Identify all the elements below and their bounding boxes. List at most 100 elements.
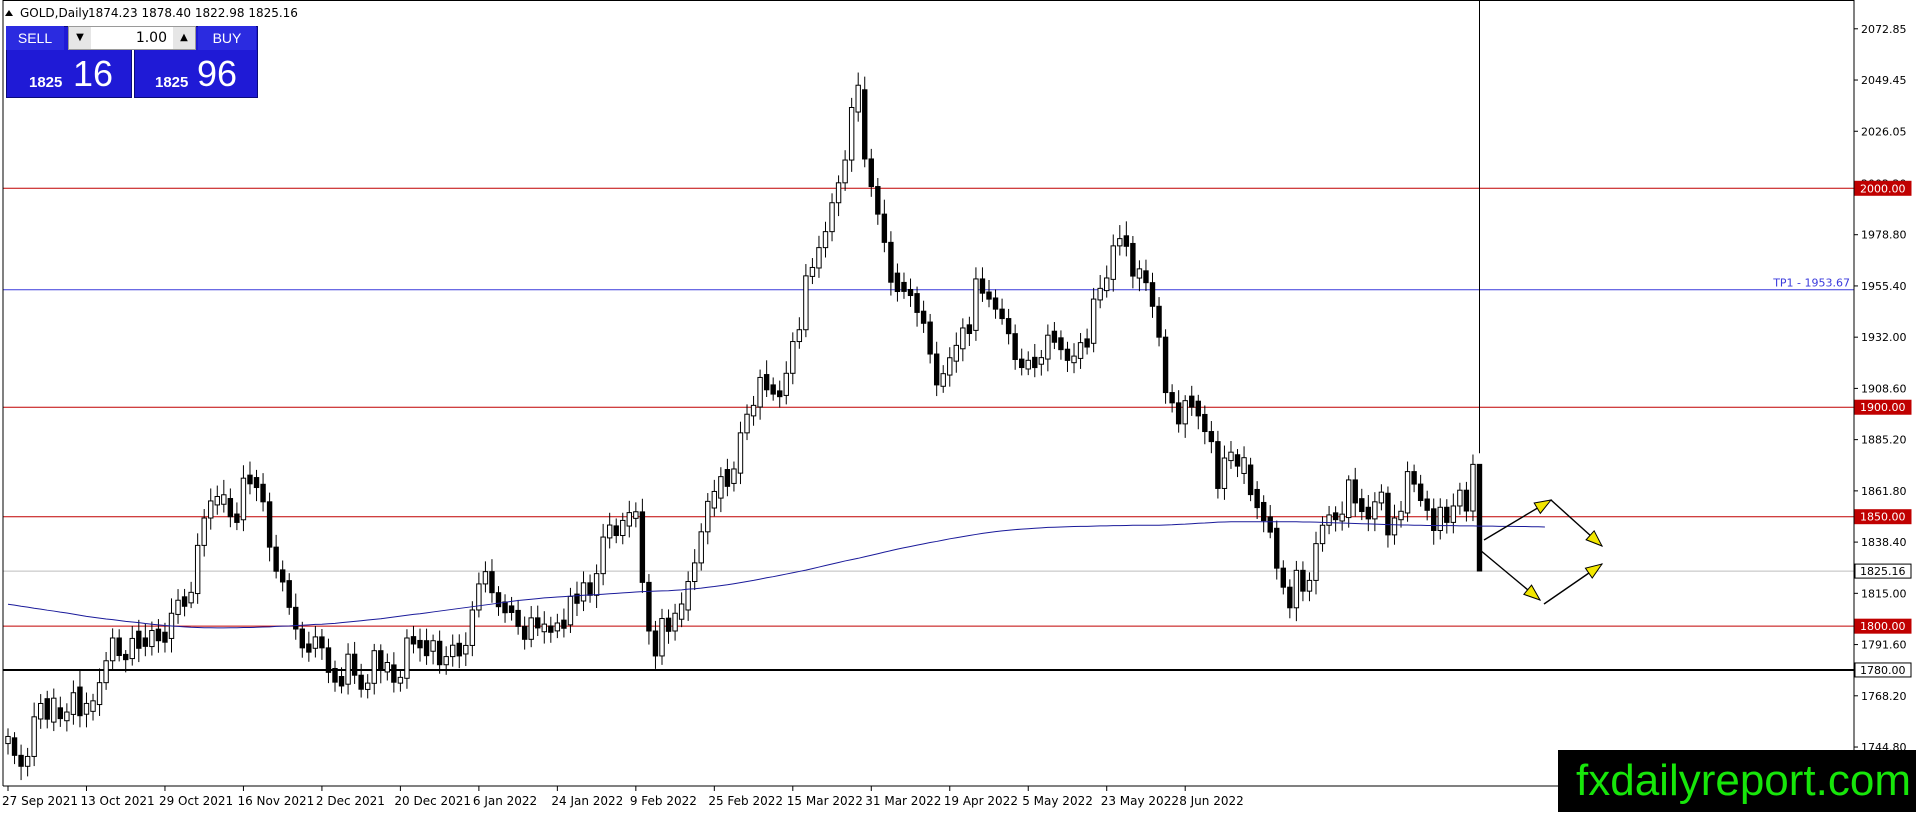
candle-body xyxy=(907,288,914,297)
candle-body xyxy=(1260,501,1267,522)
candle-body xyxy=(986,291,992,300)
candle-body xyxy=(1247,464,1254,496)
x-tick-label: 24 Jan 2022 xyxy=(551,794,623,808)
candle-body xyxy=(1463,489,1470,512)
candle-body xyxy=(855,84,861,113)
candle-body xyxy=(450,644,456,658)
x-tick-label: 19 Apr 2022 xyxy=(944,794,1018,808)
candle-body xyxy=(705,500,711,533)
candle-body xyxy=(1130,242,1136,277)
sell-button[interactable]: SELL xyxy=(6,26,64,50)
candle-body xyxy=(933,353,940,386)
candle-body xyxy=(822,231,829,249)
candle-body xyxy=(1300,569,1306,592)
x-tick-label: 13 Oct 2021 xyxy=(80,794,154,808)
candle-body xyxy=(502,601,508,614)
candle-body xyxy=(672,612,678,632)
tp-level-label: TP1 - 1953.67 xyxy=(1772,277,1850,290)
candle-body xyxy=(312,636,319,649)
candle-body xyxy=(221,494,227,505)
candle-body xyxy=(1372,501,1378,520)
candle-body xyxy=(260,483,266,503)
chart-area[interactable]: 2072.852049.452026.052002.201978.801955.… xyxy=(0,0,1916,812)
lot-size-input[interactable]: 1.00 xyxy=(95,27,167,49)
candle-body xyxy=(31,716,37,757)
candle-body xyxy=(881,213,888,243)
candle-body xyxy=(652,630,659,657)
candle-body xyxy=(1398,510,1404,521)
candle-body xyxy=(646,581,652,632)
candle-body xyxy=(149,630,155,648)
candle-body xyxy=(319,636,325,649)
price-chart[interactable]: 2072.852049.452026.052002.201978.801955.… xyxy=(0,0,1916,812)
candle-body xyxy=(796,329,803,343)
candle-body xyxy=(1189,395,1195,408)
candle-body xyxy=(1437,506,1443,531)
candle-body xyxy=(515,609,521,627)
candle-body xyxy=(1117,238,1123,247)
candle-body xyxy=(116,637,122,657)
candle-body xyxy=(51,697,57,723)
x-tick-label: 29 Oct 2021 xyxy=(159,794,233,808)
lot-decrease-icon[interactable]: ▼ xyxy=(69,27,91,49)
x-tick-label: 8 Jun 2022 xyxy=(1179,794,1244,808)
candle-body xyxy=(1110,245,1116,280)
candle-body xyxy=(1326,514,1332,526)
candle-body xyxy=(567,595,574,626)
candle-body xyxy=(1071,355,1077,364)
candle-body xyxy=(1319,524,1326,545)
price-tag-label: 1780.00 xyxy=(1860,664,1906,677)
candle-body xyxy=(1359,498,1365,513)
candle-body xyxy=(606,524,613,539)
lot-size-stepper[interactable]: ▼ 1.00 ▲ xyxy=(68,26,196,50)
candle-body xyxy=(927,321,933,355)
candle-body xyxy=(535,617,541,629)
candle-body xyxy=(593,573,600,596)
candle-body xyxy=(580,582,587,602)
candle-body xyxy=(966,324,973,335)
candle-body xyxy=(404,637,410,679)
buy-button[interactable]: BUY xyxy=(198,26,256,50)
candle-body xyxy=(711,490,718,509)
candle-body xyxy=(809,266,816,277)
candle-body xyxy=(1365,506,1372,520)
candle-body xyxy=(1025,359,1031,370)
candle-body xyxy=(554,622,561,632)
candle-body xyxy=(979,278,986,294)
lot-increase-icon[interactable]: ▲ xyxy=(173,27,195,49)
candle-body xyxy=(417,639,423,649)
candle-body xyxy=(731,468,737,484)
candle-body xyxy=(659,618,665,657)
y-tick-label: 1861.80 xyxy=(1861,485,1907,498)
candle-body xyxy=(1215,441,1221,489)
y-tick-label: 1932.00 xyxy=(1861,331,1907,344)
ohlc-readout: 1874.23 1878.40 1822.98 1825.16 xyxy=(88,6,298,20)
x-tick-label: 27 Sep 2021 xyxy=(2,794,78,808)
candle-body xyxy=(737,432,744,474)
candle-body xyxy=(835,182,842,204)
candle-body xyxy=(1090,298,1097,344)
candle-body xyxy=(639,511,646,583)
candle-body xyxy=(1274,527,1280,569)
candle-body xyxy=(848,107,855,161)
candle-body xyxy=(1346,479,1352,519)
candle-body xyxy=(953,344,959,362)
candle-body xyxy=(1149,282,1156,307)
candle-body xyxy=(240,477,247,521)
candle-body xyxy=(1005,318,1012,335)
candle-body xyxy=(626,512,632,527)
candle-body xyxy=(70,692,77,715)
candle-body xyxy=(888,241,894,283)
candle-body xyxy=(692,562,698,583)
x-tick-label: 2 Dec 2021 xyxy=(316,794,385,808)
candle-body xyxy=(894,272,901,293)
candle-body xyxy=(1077,342,1084,359)
candle-body xyxy=(103,660,109,684)
candle-body xyxy=(1287,586,1293,609)
candle-body xyxy=(5,735,11,745)
candle-body xyxy=(757,376,763,408)
candle-body xyxy=(1195,400,1201,417)
candle-body xyxy=(227,498,234,518)
candle-body xyxy=(1208,431,1215,443)
candle-body xyxy=(365,682,371,690)
